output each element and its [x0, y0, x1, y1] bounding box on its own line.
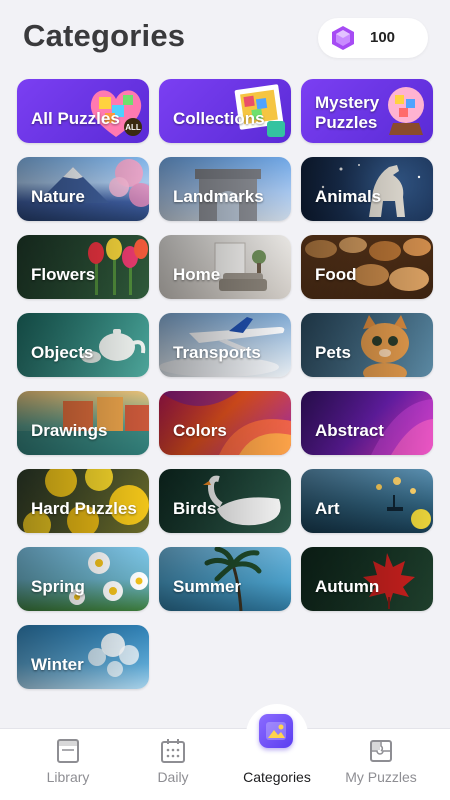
category-label: Winter [31, 655, 84, 674]
tab-label: Categories [243, 769, 311, 785]
category-label: Objects [31, 343, 94, 362]
category-tile-objects[interactable]: Objects [17, 313, 149, 377]
category-label: Art [315, 499, 340, 518]
tab-label: Daily [157, 769, 189, 785]
category-tile-food[interactable]: Food [301, 235, 433, 299]
category-label: Transports [173, 343, 261, 362]
svg-text:ALL: ALL [125, 123, 141, 132]
gem-icon [332, 26, 354, 50]
category-label: Summer [173, 577, 242, 596]
category-label: Colors [173, 421, 227, 440]
category-label: Hard Puzzles [31, 499, 137, 518]
category-label: Nature [31, 187, 85, 206]
bottom-tab-bar: Library Daily Categories My Puzzles [0, 728, 450, 800]
category-tile-spring[interactable]: Spring [17, 547, 149, 611]
category-label: Animals [315, 187, 382, 206]
category-tile-drawings[interactable]: Drawings [17, 391, 149, 455]
category-label: Spring [31, 577, 85, 596]
category-label: All Puzzles [31, 109, 120, 128]
category-tile-collections[interactable]: Collections [159, 79, 291, 143]
category-tile-abstract[interactable]: Abstract [301, 391, 433, 455]
category-tile-summer[interactable]: Summer [159, 547, 291, 611]
tab-my-puzzles[interactable]: My Puzzles [325, 729, 437, 800]
category-tile-home[interactable]: Home [159, 235, 291, 299]
category-tile-flowers[interactable]: Flowers [17, 235, 149, 299]
category-label: Mystery Puzzles [315, 93, 380, 132]
category-tile-landmarks[interactable]: Landmarks [159, 157, 291, 221]
category-label: Birds [173, 499, 217, 518]
category-tile-animals[interactable]: Animals [301, 157, 433, 221]
category-tile-art[interactable]: Art [301, 469, 433, 533]
category-tile-colors[interactable]: Colors [159, 391, 291, 455]
page-title: Categories [23, 18, 186, 53]
category-tile-hard-puzzles[interactable]: Hard Puzzles [17, 469, 149, 533]
category-label: Landmarks [173, 187, 264, 206]
puzzle-icon [370, 740, 392, 762]
image-icon [266, 722, 286, 740]
category-label: Autumn [315, 577, 380, 596]
category-tile-winter[interactable]: Winter [17, 625, 149, 689]
tab-library[interactable]: Library [12, 729, 124, 800]
category-tile-pets[interactable]: Pets [301, 313, 433, 377]
gem-count: 100 [370, 29, 396, 46]
tab-label: My Puzzles [345, 769, 417, 785]
calendar-icon [161, 739, 185, 763]
category-label: Flowers [31, 265, 96, 284]
category-label: Drawings [31, 421, 108, 440]
category-label: Collections [173, 109, 265, 128]
category-tile-mystery-puzzles[interactable]: Mystery Puzzles [301, 79, 433, 143]
library-icon [57, 739, 79, 763]
header: Categories 100 [0, 0, 450, 76]
categories-icon[interactable] [259, 714, 293, 748]
category-tile-birds[interactable]: Birds [159, 469, 291, 533]
category-tile-autumn[interactable]: Autumn [301, 547, 433, 611]
tab-label: Library [46, 769, 90, 785]
category-tile-all-puzzles[interactable]: ALL All Puzzles [17, 79, 149, 143]
tab-daily[interactable]: Daily [117, 729, 229, 800]
category-label: Pets [315, 343, 351, 362]
category-label: Food [315, 265, 357, 284]
category-tile-nature[interactable]: Nature [17, 157, 149, 221]
category-label: Home [173, 265, 221, 284]
gem-balance[interactable]: 100 [318, 18, 428, 58]
category-tile-transports[interactable]: Transports [159, 313, 291, 377]
category-label: Abstract [315, 421, 384, 440]
